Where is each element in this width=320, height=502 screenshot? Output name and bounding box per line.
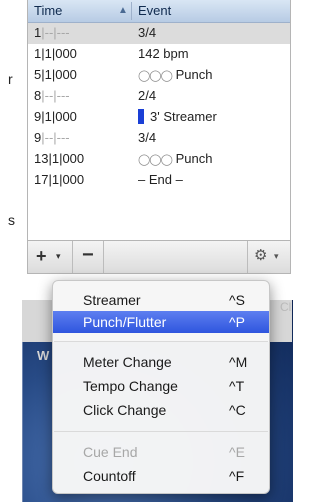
- menu-item-punch-flutter[interactable]: Punch/Flutter ^P: [53, 311, 269, 333]
- cell-event: 2/4: [138, 88, 157, 103]
- menu-item-shortcut: ^S: [229, 292, 245, 308]
- table-row[interactable]: 8|--|--- 2/4: [28, 86, 290, 107]
- add-event-menu: Streamer ^S Punch/Flutter ^P Meter Chang…: [52, 280, 270, 494]
- table-row[interactable]: 13|1|000 ◯◯◯ Punch: [28, 149, 290, 170]
- menu-item-shortcut: ^F: [229, 468, 245, 484]
- table-row[interactable]: 17|1|000 – End –: [28, 170, 290, 191]
- cell-time: 9|1|000: [34, 109, 77, 124]
- table-row[interactable]: 9|1|000 3' Streamer: [28, 107, 290, 128]
- table-row[interactable]: 5|1|000 ◯◯◯ Punch: [28, 65, 290, 86]
- cell-event: 3' Streamer: [138, 109, 217, 124]
- menu-item-label: Countoff: [83, 468, 136, 484]
- event-list: Time ▲ Event 1|--|--- 3/4 1|1|000 142 bpm 5|…: [27, 0, 291, 241]
- column-header-time[interactable]: Time: [34, 3, 62, 18]
- cell-event: 3/4: [138, 25, 157, 40]
- background-label: Cl: [280, 300, 292, 314]
- cell-event: 142 bpm: [138, 46, 189, 61]
- menu-item-label: Punch/Flutter: [83, 314, 167, 330]
- menu-item-label: Streamer: [83, 292, 141, 308]
- menu-item-shortcut: ^P: [229, 314, 245, 330]
- cell-event: – End –: [138, 172, 183, 187]
- menu-item-streamer[interactable]: Streamer ^S: [53, 289, 269, 311]
- menu-item-meter-change[interactable]: Meter Change ^M: [53, 351, 269, 373]
- table-row[interactable]: 1|1|000 142 bpm: [28, 44, 290, 65]
- cell-event: 3/4: [138, 130, 157, 145]
- chevron-down-icon: ▾: [274, 251, 279, 261]
- menu-item-tempo-change[interactable]: Tempo Change ^T: [53, 375, 269, 397]
- cell-time: 13|1|000: [34, 151, 85, 166]
- minus-icon: −: [82, 244, 94, 266]
- menu-item-shortcut: ^T: [229, 378, 245, 394]
- edge-text: s: [8, 212, 15, 228]
- menu-item-shortcut: ^C: [229, 402, 246, 418]
- menu-item-cue-end: Cue End ^E: [53, 441, 269, 463]
- sort-ascending-icon: ▲: [118, 5, 128, 16]
- table-row[interactable]: 1|--|--- 3/4: [28, 23, 290, 44]
- column-divider[interactable]: [131, 2, 132, 20]
- list-header: Time ▲ Event: [28, 0, 290, 23]
- background-label: W: [37, 348, 50, 363]
- remove-event-button[interactable]: −: [73, 241, 104, 273]
- cell-time: 5|1|000: [34, 67, 77, 82]
- gear-icon: ⚙: [254, 247, 268, 264]
- menu-separator: [54, 431, 268, 432]
- action-menu-button[interactable]: ⚙ ▾: [247, 241, 290, 273]
- menu-separator: [54, 341, 268, 342]
- menu-item-label: Cue End: [83, 444, 138, 460]
- punch-icon: ◯◯◯: [138, 154, 173, 166]
- list-toolbar: + ▾ − ⚙ ▾: [27, 240, 291, 274]
- cell-time: 8|--|---: [34, 88, 70, 103]
- punch-icon: ◯◯◯: [138, 70, 173, 82]
- menu-item-countoff[interactable]: Countoff ^F: [53, 465, 269, 487]
- cell-time: 17|1|000: [34, 172, 85, 187]
- chevron-down-icon: ▾: [56, 251, 61, 261]
- cell-event: ◯◯◯ Punch: [138, 67, 213, 82]
- cell-time: 1|1|000: [34, 46, 77, 61]
- plus-icon: +: [36, 246, 47, 266]
- menu-item-click-change[interactable]: Click Change ^C: [53, 399, 269, 421]
- menu-item-label: Click Change: [83, 402, 167, 418]
- table-row[interactable]: 9|--|--- 3/4: [28, 128, 290, 149]
- menu-item-label: Tempo Change: [83, 378, 178, 394]
- column-header-event[interactable]: Event: [138, 3, 171, 18]
- cell-time: 9|--|---: [34, 130, 70, 145]
- cell-time: 1|--|---: [34, 25, 70, 40]
- add-event-button[interactable]: + ▾: [28, 241, 73, 273]
- menu-item-shortcut: ^E: [229, 444, 245, 460]
- menu-item-label: Meter Change: [83, 354, 172, 370]
- cell-event: ◯◯◯ Punch: [138, 151, 213, 166]
- menu-item-shortcut: ^M: [229, 354, 248, 370]
- edge-text: r: [8, 71, 13, 87]
- streamer-icon: [138, 109, 144, 124]
